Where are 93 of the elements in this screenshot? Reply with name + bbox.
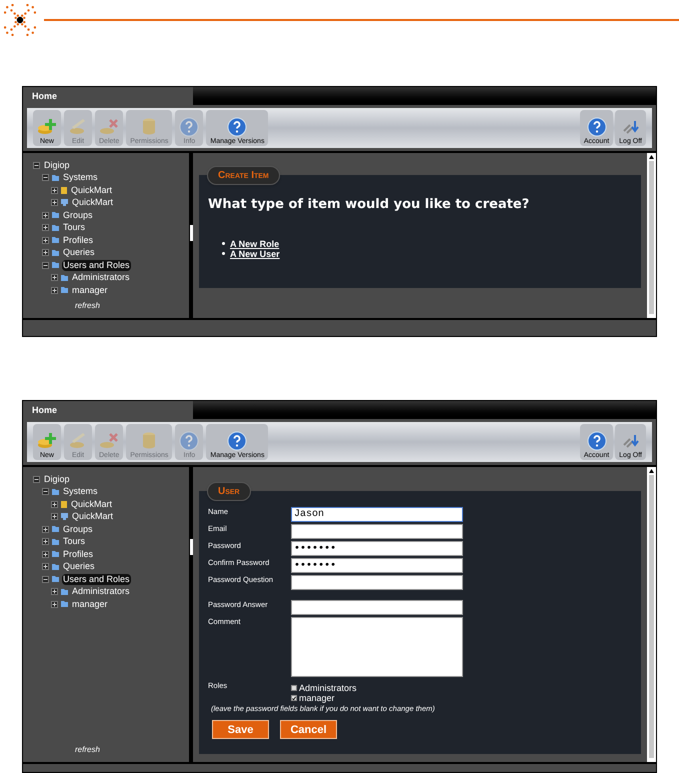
tree-item[interactable]: QuickMart xyxy=(70,498,114,510)
database-icon xyxy=(61,500,67,508)
tree-item[interactable]: Administrators xyxy=(71,272,131,284)
expand-icon[interactable] xyxy=(42,224,49,232)
tree-item[interactable]: Digiop xyxy=(43,160,71,171)
coins-cross-icon xyxy=(99,117,120,137)
tree-item[interactable]: Users and Roles xyxy=(62,574,131,585)
section-title: Create Item xyxy=(207,166,280,185)
refresh-link[interactable]: refresh xyxy=(33,744,189,762)
home-tab[interactable]: Home xyxy=(23,401,193,419)
expand-icon[interactable] xyxy=(51,199,58,206)
coins-pencil-icon xyxy=(68,431,88,451)
refresh-link[interactable]: refresh xyxy=(33,300,189,318)
collapse-icon[interactable] xyxy=(33,162,40,169)
expand-icon[interactable] xyxy=(42,550,49,558)
input-field[interactable] xyxy=(291,524,463,539)
bullet-icon xyxy=(222,252,225,255)
tree-item[interactable]: Groups xyxy=(62,210,94,221)
expand-icon[interactable] xyxy=(51,513,58,520)
splitter-handle[interactable] xyxy=(190,225,193,241)
tree-item[interactable]: Groups xyxy=(62,524,94,535)
tree-item[interactable]: Digiop xyxy=(43,474,71,485)
tree-item[interactable]: Queries xyxy=(62,561,96,572)
folder-icon xyxy=(52,174,59,181)
tree-item[interactable]: manager xyxy=(71,598,109,610)
input-field[interactable] xyxy=(291,575,463,590)
tree-item[interactable]: Tours xyxy=(62,222,86,234)
input-field[interactable]: Jason xyxy=(291,507,463,522)
coins-cross-icon xyxy=(99,431,120,451)
tree-item[interactable]: Administrators xyxy=(71,586,131,598)
scroll-up-icon[interactable] xyxy=(649,155,654,159)
logo-icon xyxy=(4,4,36,36)
folder-icon xyxy=(52,488,59,495)
tree-item[interactable]: QuickMart xyxy=(71,511,114,522)
create-link[interactable]: A New User xyxy=(230,248,280,258)
coins-plus-icon xyxy=(37,431,57,451)
tree-item[interactable]: manager xyxy=(71,284,109,296)
expand-icon[interactable] xyxy=(42,538,49,546)
scrollbar[interactable] xyxy=(647,153,656,318)
create-link[interactable]: A New Role xyxy=(230,238,280,248)
splitter-handle[interactable] xyxy=(190,539,193,555)
expand-icon[interactable] xyxy=(42,563,49,570)
tree-item[interactable]: Users and Roles xyxy=(62,260,131,271)
section-title: User xyxy=(207,482,251,501)
expand-icon[interactable] xyxy=(42,212,49,219)
tree-item[interactable]: QuickMart xyxy=(70,184,114,196)
expand-icon[interactable] xyxy=(51,600,58,608)
tree-item[interactable]: Profiles xyxy=(62,548,94,560)
tree-item[interactable]: Systems xyxy=(62,172,99,184)
tree-item[interactable]: Queries xyxy=(62,247,96,258)
collapse-icon[interactable] xyxy=(42,576,49,583)
role-label: Administrators xyxy=(299,683,357,693)
expand-icon[interactable] xyxy=(51,186,58,194)
bullet-icon xyxy=(222,242,225,245)
scrollbar[interactable] xyxy=(647,467,656,762)
input-field[interactable]: ••••••• xyxy=(291,558,463,573)
help-icon xyxy=(586,117,606,137)
input-field[interactable] xyxy=(291,600,463,615)
input-field[interactable]: ••••••• xyxy=(291,541,463,556)
tree-item[interactable]: QuickMart xyxy=(71,197,114,208)
collapse-icon[interactable] xyxy=(42,262,49,269)
collapse-icon[interactable] xyxy=(33,476,40,483)
coins-pencil-icon xyxy=(68,117,88,137)
expand-icon[interactable] xyxy=(42,236,49,244)
expand-icon[interactable] xyxy=(51,500,58,508)
help-icon xyxy=(227,117,248,137)
collapse-icon[interactable] xyxy=(42,174,49,182)
role-label: manager xyxy=(299,693,335,703)
home-tab[interactable]: Home xyxy=(23,87,193,105)
database-icon xyxy=(61,186,67,194)
tree-item[interactable]: Tours xyxy=(62,536,86,548)
save-button[interactable]: Save xyxy=(212,720,269,740)
monitor-icon xyxy=(61,199,68,206)
tree-item[interactable]: Profiles xyxy=(62,234,94,246)
checkbox[interactable] xyxy=(291,695,297,701)
collapse-icon[interactable] xyxy=(42,488,49,496)
help-icon xyxy=(227,431,248,451)
monitor-icon xyxy=(61,513,68,520)
expand-icon[interactable] xyxy=(51,588,58,596)
expand-icon[interactable] xyxy=(42,526,49,533)
comment-field[interactable] xyxy=(291,617,463,677)
coins-plus-icon xyxy=(37,117,57,137)
help-icon xyxy=(179,117,200,137)
cancel-button[interactable]: Cancel xyxy=(280,720,337,740)
checkbox[interactable] xyxy=(291,685,297,691)
expand-icon[interactable] xyxy=(51,274,58,282)
expand-icon[interactable] xyxy=(51,286,58,294)
help-icon xyxy=(586,431,606,451)
expand-icon[interactable] xyxy=(42,249,49,256)
scroll-up-icon[interactable] xyxy=(649,469,654,473)
question-heading: What type of item would you like to create? xyxy=(208,196,530,214)
tree-item[interactable]: Systems xyxy=(62,486,99,498)
help-icon xyxy=(179,431,200,451)
